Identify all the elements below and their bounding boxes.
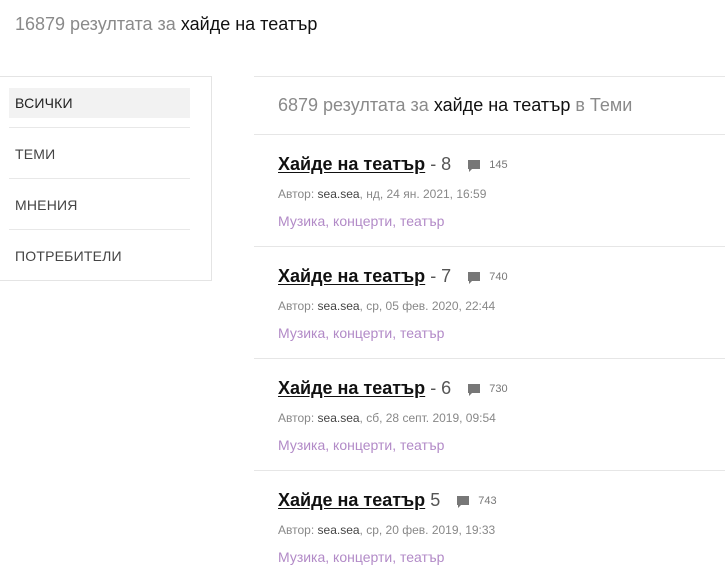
result-title-suffix: - 7	[430, 266, 452, 286]
author-name[interactable]: sea.sea	[318, 187, 360, 201]
result-title-line: Хайде на театър - 6 730	[278, 378, 508, 399]
result-title-suffix: - 8	[430, 154, 452, 174]
filter-all[interactable]: ВСИЧКИ	[9, 88, 190, 118]
results-count: 6879 резултата за	[278, 95, 429, 115]
result-title-link[interactable]: Хайде на театър	[278, 490, 425, 511]
comment-count: 145	[489, 158, 508, 171]
author-name[interactable]: sea.sea	[318, 299, 360, 313]
result-item: Хайде на театър - 8 145 Автор: sea.sea, …	[254, 135, 725, 247]
result-meta: Автор: sea.sea, ср, 05 фев. 2020, 22:44	[278, 299, 495, 313]
filter-panel: ВСИЧКИ ТЕМИ МНЕНИЯ ПОТРЕБИТЕЛИ	[0, 76, 212, 281]
filter-divider	[9, 229, 190, 230]
search-summary: 16879 резултата за хайде на театър	[15, 14, 317, 35]
result-meta: Автор: sea.sea, ср, 20 фев. 2019, 19:33	[278, 523, 495, 537]
author-label: Автор:	[278, 411, 315, 425]
comment-icon	[468, 271, 481, 284]
comment-count: 743	[478, 494, 497, 507]
result-meta: Автор: sea.sea, сб, 28 септ. 2019, 09:54	[278, 411, 496, 425]
results-header: 6879 резултата за хайде на театър в Теми	[254, 77, 725, 135]
result-category-link[interactable]: Музика, концерти, театър	[278, 213, 444, 229]
filter-divider	[9, 178, 190, 179]
search-results-page: 16879 резултата за хайде на театър ВСИЧК…	[0, 0, 725, 573]
result-item: Хайде на театър 5 743 Автор: sea.sea, ср…	[254, 471, 725, 573]
filter-topics[interactable]: ТЕМИ	[9, 139, 190, 169]
comment-icon	[468, 159, 481, 172]
result-title-line: Хайде на театър - 7 740	[278, 266, 508, 287]
summary-term: хайде на театър	[180, 14, 318, 34]
author-label: Автор:	[278, 299, 315, 313]
result-title-suffix: 5	[430, 490, 441, 510]
result-category-link[interactable]: Музика, концерти, театър	[278, 325, 444, 341]
result-category-link[interactable]: Музика, концерти, театър	[278, 549, 444, 565]
result-meta: Автор: sea.sea, нд, 24 ян. 2021, 16:59	[278, 187, 486, 201]
author-label: Автор:	[278, 187, 315, 201]
filter-posts[interactable]: МНЕНИЯ	[9, 190, 190, 220]
filter-divider	[9, 127, 190, 128]
result-title-line: Хайде на театър - 8 145	[278, 154, 508, 175]
author-name[interactable]: sea.sea	[318, 411, 360, 425]
comment-icon	[468, 383, 481, 396]
filter-users[interactable]: ПОТРЕБИТЕЛИ	[9, 241, 190, 271]
result-title-link[interactable]: Хайде на театър	[278, 154, 425, 175]
result-category-link[interactable]: Музика, концерти, театър	[278, 437, 444, 453]
result-item: Хайде на театър - 7 740 Автор: sea.sea, …	[254, 247, 725, 359]
post-date: , ср, 20 фев. 2019, 19:33	[359, 523, 496, 537]
summary-count: 16879 резултата за	[15, 14, 176, 34]
author-label: Автор:	[278, 523, 315, 537]
result-title-link[interactable]: Хайде на театър	[278, 378, 425, 399]
results-list: 6879 резултата за хайде на театър в Теми…	[254, 76, 725, 573]
results-scope: в Теми	[575, 95, 633, 115]
comment-icon	[457, 495, 470, 508]
results-term: хайде на театър	[433, 95, 571, 115]
post-date: , ср, 05 фев. 2020, 22:44	[359, 299, 496, 313]
comment-count: 740	[489, 270, 508, 283]
post-date: , сб, 28 септ. 2019, 09:54	[359, 411, 496, 425]
result-title-suffix: - 6	[430, 378, 452, 398]
result-item: Хайде на театър - 6 730 Автор: sea.sea, …	[254, 359, 725, 471]
post-date: , нд, 24 ян. 2021, 16:59	[359, 187, 487, 201]
result-title-link[interactable]: Хайде на театър	[278, 266, 425, 287]
result-title-line: Хайде на театър 5 743	[278, 490, 497, 511]
author-name[interactable]: sea.sea	[318, 523, 360, 537]
comment-count: 730	[489, 382, 508, 395]
